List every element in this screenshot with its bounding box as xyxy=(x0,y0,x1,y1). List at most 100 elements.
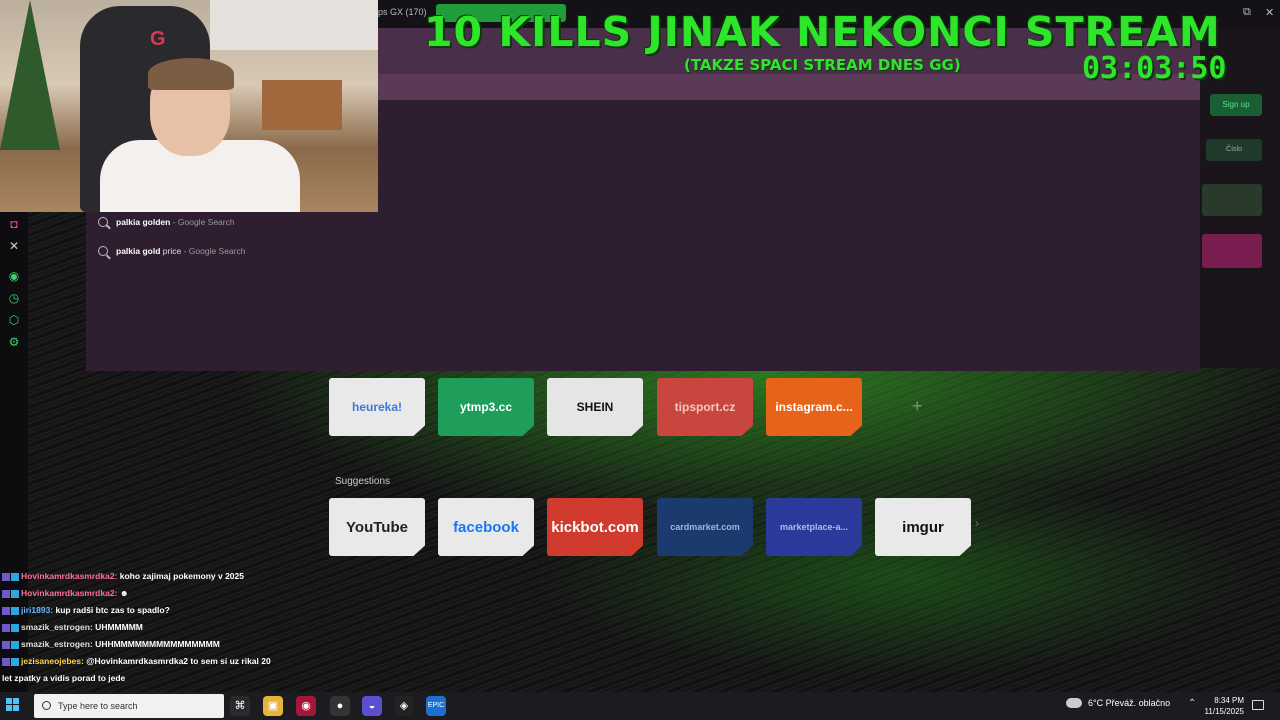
restore-window-icon[interactable]: ⧉ xyxy=(1243,6,1251,19)
taskbar: Type here to search ⌘ ▣ ◉ ● ◒ ◈ EPIC 6°C Převá… xyxy=(0,692,1280,720)
search-suggestion-item[interactable]: palkia golden - Google Search xyxy=(98,212,235,232)
sub-badge-icon xyxy=(2,606,10,615)
history-icon[interactable]: ◷ xyxy=(6,290,22,306)
suggested-site-tile[interactable]: imgur xyxy=(875,498,971,556)
suggestion-bold: palkia gold xyxy=(116,246,161,257)
taskbar-search-input[interactable]: Type here to search xyxy=(34,694,224,718)
chat-message: Hovinkamrdkasmrdka2: koho zajimaj pokemo… xyxy=(2,568,292,585)
signup-button[interactable]: Sign up xyxy=(1210,94,1262,116)
player-icon[interactable]: ◉ xyxy=(6,268,22,284)
taskbar-app-icon[interactable]: ◉ xyxy=(296,696,316,716)
streamer-hair xyxy=(148,58,234,90)
chat-message: smazik_estrogen: UHHMMMMMMMMMMMMMMM xyxy=(2,636,292,653)
chat-username: jiri1893: xyxy=(21,605,54,615)
chat-text: kup radši btc zas to spadlo? xyxy=(53,605,170,615)
stream-timer: 03:03:50 xyxy=(1082,51,1227,86)
stream-title: 10 KILLS JINAK NEKONCI STREAM xyxy=(424,8,1221,56)
christmas-tree xyxy=(0,0,60,150)
table xyxy=(262,80,342,130)
sub-badge-icon xyxy=(2,572,10,581)
search-icon xyxy=(42,701,51,710)
speed-dial-tile[interactable]: instagram.c... xyxy=(766,378,862,436)
chat-text: let zpatky a vidis porad to jede xyxy=(2,673,126,683)
speed-dial-tile[interactable]: tipsport.cz xyxy=(657,378,753,436)
x-icon[interactable]: ✕ xyxy=(6,238,22,254)
sub-badge-icon xyxy=(2,589,10,598)
chat-username: smazik_estrogen: xyxy=(21,622,93,632)
search-icon xyxy=(98,246,108,257)
notification-icon[interactable] xyxy=(1252,700,1264,710)
extensions-icon[interactable]: ⬡ xyxy=(6,312,22,328)
suggested-site-tile[interactable]: cardmarket.com xyxy=(657,498,753,556)
gem-badge-icon xyxy=(11,640,19,649)
taskbar-app-icon[interactable]: ▣ xyxy=(263,696,283,716)
chat-message: jiri1893: kup radši btc zas to spadlo? xyxy=(2,602,292,619)
taskbar-app-icon[interactable]: ◈ xyxy=(394,696,414,716)
chat-username: Hovinkamrdkasmrdka2: xyxy=(21,588,118,598)
chat-message: jezisaneojebes: @Hovinkamrdkasmrdka2 to … xyxy=(2,653,292,670)
suggestion-text: palkia gold price - Google Search xyxy=(116,246,245,256)
stream-subtitle: (TAKZE SPACI STREAM DNES GG) xyxy=(684,56,961,74)
chat-text: @Hovinkamrdkasmrdka2 to sem si uz rikal … xyxy=(83,656,271,666)
suggestion-text: palkia golden - Google Search xyxy=(116,217,235,227)
sidebar-card[interactable] xyxy=(1202,184,1262,216)
taskbar-app-icon[interactable]: ● xyxy=(330,696,350,716)
suggested-site-tile[interactable]: YouTube xyxy=(329,498,425,556)
suggestions-heading: Suggestions xyxy=(335,476,391,487)
chair-logo: G xyxy=(150,28,166,50)
gem-badge-icon xyxy=(11,623,19,632)
speed-dial-tile[interactable]: heureka! xyxy=(329,378,425,436)
chat-message: smazik_estrogen: UHMMMMM xyxy=(2,619,292,636)
suggested-site-tile[interactable]: marketplace-a... xyxy=(766,498,862,556)
close-window-icon[interactable]: ✕ xyxy=(1265,6,1274,19)
chevron-right-icon[interactable]: › xyxy=(975,516,979,530)
suggestion-source: - Google Search xyxy=(181,246,246,257)
sub-badge-icon xyxy=(2,657,10,666)
chat-overlay: Hovinkamrdkasmrdka2: koho zajimaj pokemo… xyxy=(2,568,292,704)
chat-text: ☻ xyxy=(117,588,129,598)
search-placeholder: Type here to search xyxy=(58,701,138,711)
clock-date: 11/15/2025 xyxy=(1204,707,1244,716)
taskbar-app-icon[interactable]: ◒ xyxy=(362,696,382,716)
chat-username: Hovinkamrdkasmrdka2: xyxy=(21,571,118,581)
chat-message: let zpatky a vidis porad to jede xyxy=(2,670,292,687)
taskbar-clock[interactable]: 8:34 PM 11/15/2025 xyxy=(1198,695,1244,717)
taskbar-app-icon[interactable]: ⌘ xyxy=(230,696,250,716)
tab-title[interactable]: ps GX (170) xyxy=(378,7,427,17)
shelf xyxy=(210,0,378,50)
suggestion-bold: palkia golden xyxy=(116,216,171,227)
webcam-feed: G xyxy=(0,0,378,212)
search-icon xyxy=(98,216,108,227)
cislo-button[interactable]: Číslo xyxy=(1206,139,1262,161)
settings-icon[interactable]: ⚙ xyxy=(6,334,22,350)
speed-dial-tile[interactable]: ytmp3.cc xyxy=(438,378,534,436)
gem-badge-icon xyxy=(11,589,19,598)
sidebar-thumbnail[interactable] xyxy=(1202,234,1262,268)
chat-username: smazik_estrogen: xyxy=(21,639,93,649)
chat-text: UHHMMMMMMMMMMMMMMM xyxy=(92,639,220,649)
gem-badge-icon xyxy=(11,572,19,581)
sub-badge-icon xyxy=(2,623,10,632)
speed-dial-tile[interactable]: SHEIN xyxy=(547,378,643,436)
instagram-icon[interactable]: ◘ xyxy=(6,216,22,232)
suggestion-rest: price xyxy=(160,246,182,257)
chat-text: UHMMMMM xyxy=(92,622,143,632)
search-suggestion-item[interactable]: palkia gold price - Google Search xyxy=(98,241,245,261)
weather-text: 6°C Převáž. oblačno xyxy=(1088,698,1171,708)
gem-badge-icon xyxy=(11,657,19,666)
chat-text: koho zajimaj pokemony v 2025 xyxy=(117,571,244,581)
chat-username: jezisaneojebes: xyxy=(21,656,84,666)
taskbar-app-icon[interactable]: EPIC xyxy=(426,696,446,716)
chevron-up-icon[interactable]: ⌃ xyxy=(1188,698,1196,709)
add-speed-dial-icon[interactable]: + xyxy=(912,396,923,417)
gem-badge-icon xyxy=(11,606,19,615)
chat-message: Hovinkamrdkasmrdka2: ☻ xyxy=(2,585,292,602)
windows-start-icon[interactable] xyxy=(6,698,20,712)
weather-widget[interactable]: 6°C Převáž. oblačno xyxy=(1066,698,1170,708)
suggested-site-tile[interactable]: facebook xyxy=(438,498,534,556)
suggested-site-tile[interactable]: kickbot.com xyxy=(547,498,643,556)
cloud-icon xyxy=(1066,698,1082,708)
sub-badge-icon xyxy=(2,640,10,649)
clock-time: 8:34 PM xyxy=(1214,696,1244,705)
suggestion-source: - Google Search xyxy=(170,216,235,227)
